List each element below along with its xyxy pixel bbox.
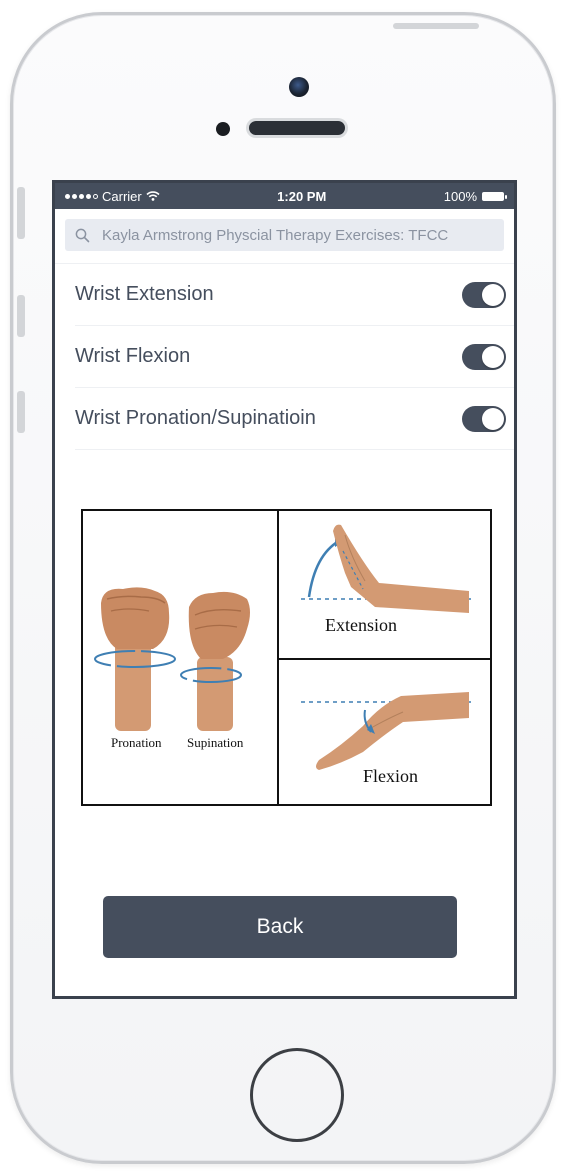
search-input[interactable]	[102, 226, 494, 244]
exercise-list: Wrist Extension Wrist Flexion Wrist Pron…	[55, 264, 514, 450]
home-button[interactable]	[250, 1048, 344, 1142]
flexion-panel: Flexion	[279, 660, 490, 804]
front-camera	[289, 77, 309, 97]
status-right: 100%	[443, 188, 507, 204]
toggle-knob	[482, 345, 504, 368]
exercise-label: Wrist Flexion	[75, 345, 191, 367]
volume-up-button	[17, 295, 25, 337]
exercise-illustration: Pronation Supination Extension Flexion	[81, 509, 492, 806]
status-left: Carrier	[65, 189, 160, 204]
search-icon	[75, 228, 90, 242]
battery-icon	[482, 191, 507, 201]
extension-label: Extension	[325, 615, 397, 635]
exercise-row-wrist-pronation-supination: Wrist Pronation/Supinatioin	[75, 388, 514, 450]
toggle-wrist-flexion[interactable]	[462, 343, 506, 370]
forearm-rotation-image	[94, 587, 250, 731]
exercise-label: Wrist Pronation/Supinatioin	[75, 407, 316, 429]
status-bar: Carrier 1:20 PM 100%	[55, 183, 514, 209]
flexion-label: Flexion	[363, 766, 419, 786]
toggle-knob	[482, 407, 504, 430]
wrist-extension-image	[301, 524, 471, 613]
toggle-wrist-pronation-supination[interactable]	[462, 405, 506, 432]
exercise-row-wrist-flexion: Wrist Flexion	[75, 326, 514, 388]
toggle-knob	[482, 283, 504, 306]
signal-strength-icon	[65, 193, 98, 199]
wifi-icon	[146, 191, 160, 201]
status-time: 1:20 PM	[277, 188, 327, 204]
exercise-label: Wrist Extension	[75, 283, 214, 305]
carrier-name: Carrier	[102, 188, 142, 204]
power-button	[393, 23, 479, 29]
search-bar-container	[55, 209, 514, 264]
proximity-sensor	[216, 122, 230, 136]
volume-down-button	[17, 391, 25, 433]
exercise-row-wrist-extension: Wrist Extension	[75, 264, 514, 326]
pronation-label: Pronation	[111, 735, 162, 750]
pronation-supination-panel: Pronation Supination	[83, 511, 279, 804]
supination-label: Supination	[187, 735, 244, 750]
earpiece-speaker	[249, 121, 345, 135]
back-button[interactable]: Back	[103, 896, 457, 958]
extension-panel: Extension	[279, 511, 490, 660]
battery-percent: 100%	[443, 188, 477, 204]
app-screen: Carrier 1:20 PM 100% Wrist Extension	[52, 180, 517, 999]
search-bar[interactable]	[65, 219, 504, 251]
mute-switch	[17, 187, 25, 239]
toggle-wrist-extension[interactable]	[462, 281, 506, 308]
